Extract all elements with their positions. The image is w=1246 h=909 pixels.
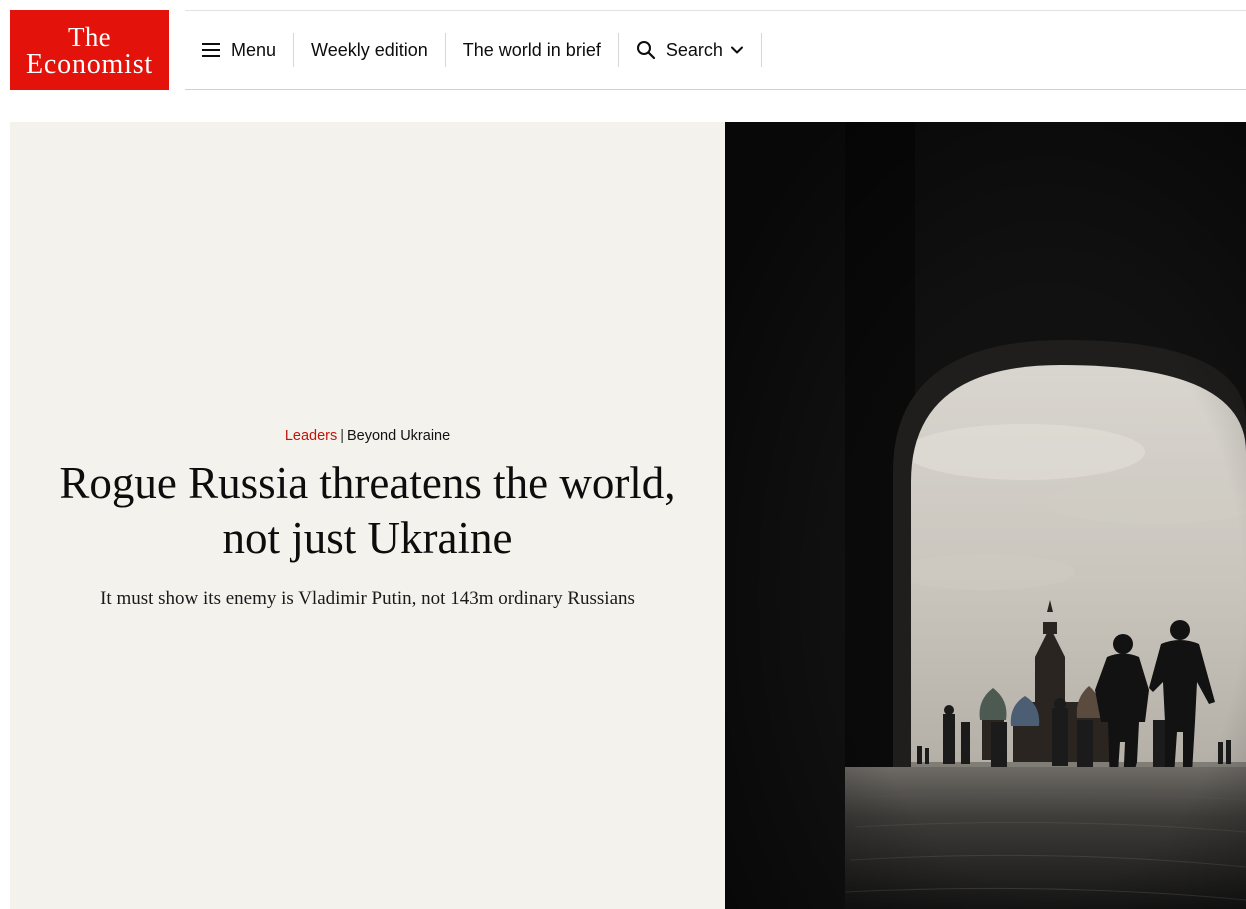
article-headline[interactable]: Rogue Russia threatens the world, not ju… [58,456,678,566]
lead-article: Leaders | Beyond Ukraine Rogue Russia thre… [10,122,1246,909]
search-label: Search [665,39,723,60]
nav-bottom-divider [185,89,1246,90]
chevron-down-icon [730,46,743,54]
logo-line-1: The [68,22,111,52]
article-topic: Beyond Ukraine [347,428,451,444]
article-subheadline: It must show its enemy is Vladimir Putin… [100,588,635,609]
hamburger-icon [202,43,220,57]
world-in-brief-link[interactable]: The world in brief [446,33,618,67]
section-link[interactable]: Leaders [285,428,337,444]
lead-article-content: Leaders | Beyond Ukraine Rogue Russia thre… [10,428,725,610]
kicker-separator: | [340,428,344,444]
site-header: The Economist Menu Weekly edition The wo… [0,0,1246,110]
archway-photo [725,122,1246,909]
nav-separator [760,33,762,67]
search-button[interactable]: Search [619,33,761,67]
world-in-brief-label: The world in brief [462,39,601,60]
weekly-edition-link[interactable]: Weekly edition [294,33,445,67]
search-icon [636,41,655,60]
menu-label: Menu [231,39,277,60]
menu-button[interactable]: Menu [185,33,293,67]
lead-article-image[interactable] [725,122,1246,909]
lead-article-text-panel: Leaders | Beyond Ukraine Rogue Russia thre… [10,122,725,909]
weekly-edition-label: Weekly edition [311,39,428,60]
article-kicker: Leaders | Beyond Ukraine [10,428,725,444]
logo-line-2: Economist [26,49,153,80]
main-navigation: Menu Weekly edition The world in brief S… [185,11,762,89]
economist-logo[interactable]: The Economist [10,10,169,90]
